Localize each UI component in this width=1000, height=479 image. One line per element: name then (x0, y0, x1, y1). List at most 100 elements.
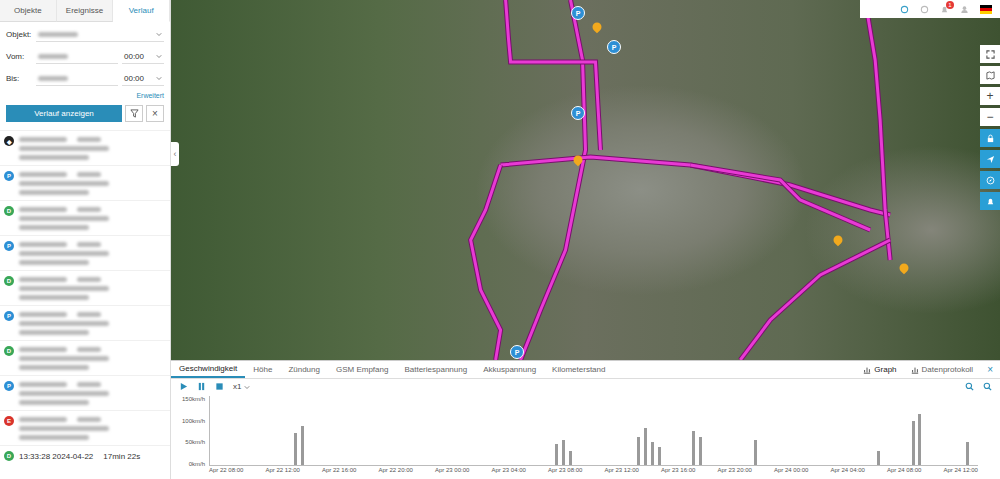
pause-icon[interactable] (197, 382, 206, 391)
clear-button[interactable]: × (146, 105, 164, 122)
collapse-handle[interactable]: ‹ (171, 142, 179, 166)
speed-bar-slot (361, 396, 368, 465)
redacted-address (19, 391, 109, 396)
chevron-down-icon (156, 75, 162, 81)
sidebar-tab[interactable]: Ereignisse (57, 0, 114, 22)
chart-tab[interactable]: Akkuspannung (475, 361, 544, 378)
view-toggle[interactable]: Graph (856, 361, 903, 378)
speed-bar-slot (574, 396, 581, 465)
parking-pin[interactable]: P (607, 40, 621, 54)
speed-bar-slot (601, 396, 608, 465)
speed-bar-slot (718, 396, 725, 465)
zoom-in-icon[interactable] (965, 382, 974, 391)
layers-button[interactable] (980, 66, 1000, 84)
chart-tab[interactable]: Kilometerstand (544, 361, 613, 378)
event-body (19, 239, 166, 267)
lock-button[interactable] (980, 129, 1000, 147)
x-tick: Apr 24 00:00 (774, 467, 808, 476)
speed-bar-slot (759, 396, 766, 465)
zoom-out-button[interactable]: − (980, 108, 1000, 126)
filter-button[interactable] (125, 105, 143, 122)
zoom-out-icon[interactable] (983, 382, 992, 391)
speed-bar (562, 440, 565, 465)
event-item[interactable]: P (0, 375, 170, 410)
alert-button[interactable] (980, 192, 1000, 210)
speed-bar-slot (622, 396, 629, 465)
route-line (865, 0, 890, 260)
speed-bar-slot (827, 396, 834, 465)
time-select[interactable]: 00:00 (122, 49, 164, 64)
speed-bar-slot (704, 396, 711, 465)
event-meta (19, 207, 166, 212)
chart-tab[interactable]: GSM Empfang (328, 361, 396, 378)
speed-bar-slot (340, 396, 347, 465)
speed-bar-slot (505, 396, 512, 465)
parking-pin[interactable]: P (571, 6, 585, 20)
event-item[interactable]: P (0, 235, 170, 270)
speed-bar-slot (224, 396, 231, 465)
speed-bar-slot (464, 396, 471, 465)
chart-tab[interactable]: Höhe (245, 361, 280, 378)
table-icon (911, 366, 919, 374)
redacted-time (19, 277, 67, 282)
event-item[interactable]: P (0, 305, 170, 340)
graph-icon (863, 366, 871, 374)
object-select[interactable] (36, 27, 164, 42)
user-icon[interactable] (960, 5, 969, 14)
event-item[interactable]: D (0, 270, 170, 305)
parking-pin[interactable]: P (510, 345, 524, 359)
redacted-time (19, 312, 67, 317)
speed-bar-slot (299, 396, 306, 465)
sidebar-tab[interactable]: Verlauf (113, 0, 170, 22)
view-toggle[interactable]: Datenprotokoll (904, 361, 981, 378)
plot-area: Apr 22 08:00Apr 22 12:00Apr 22 16:00Apr … (209, 396, 978, 476)
compass-button[interactable] (980, 171, 1000, 189)
y-axis: 150km/h100km/h50km/h0km/h (177, 396, 205, 476)
time-select[interactable]: 00:00 (122, 71, 164, 86)
header-toolbar: 1 (860, 0, 1000, 18)
sidebar-tabs: ObjekteEreignisseVerlauf (0, 0, 170, 22)
settings-icon[interactable] (920, 5, 929, 14)
link-icon[interactable] (900, 5, 909, 14)
event-item[interactable]: P (0, 165, 170, 200)
event-item[interactable]: ◆ (0, 130, 170, 165)
chart-tab[interactable]: Geschwindigkeit (171, 361, 245, 378)
zoom-in-button[interactable]: + (980, 87, 1000, 105)
map-layers-icon (986, 71, 995, 80)
stop-icon[interactable] (215, 382, 224, 391)
chart-tab[interactable]: Zündung (280, 361, 328, 378)
speed-bar-slot (285, 396, 292, 465)
speed-bar-slot (423, 396, 430, 465)
date-input[interactable] (36, 49, 118, 64)
date-input[interactable] (36, 71, 118, 86)
speed-bar-slot (430, 396, 437, 465)
chart-tab[interactable]: Batteriespannung (396, 361, 475, 378)
event-item[interactable]: E (0, 410, 170, 445)
playback-speed-select[interactable]: x1 (233, 382, 250, 391)
event-item[interactable]: D (0, 200, 170, 235)
parking-pin[interactable]: P (571, 106, 585, 120)
show-history-button[interactable]: Verlauf anzeigen (6, 105, 122, 122)
speed-bar (912, 421, 915, 465)
play-icon[interactable] (179, 382, 188, 391)
event-item[interactable]: D 13:33:28 2024-04-22 17min 22s (0, 445, 170, 479)
close-panel-button[interactable]: × (980, 361, 1000, 378)
sidebar-tab[interactable]: Objekte (0, 0, 57, 22)
speed-bar-slot (882, 396, 889, 465)
map[interactable]: P P P P ‹ 1 + − (171, 0, 1000, 360)
german-flag-icon[interactable] (980, 5, 992, 14)
redacted-address (19, 190, 89, 195)
notifications[interactable]: 1 (940, 5, 949, 14)
advanced-link[interactable]: Erweitert (136, 92, 164, 99)
route-line (471, 165, 501, 360)
speed-bar (644, 428, 647, 465)
send-button[interactable] (980, 150, 1000, 168)
fullscreen-button[interactable] (980, 45, 1000, 63)
speed-bar-slot (306, 396, 313, 465)
event-duration: 17min 22s (103, 452, 140, 461)
x-tick: Apr 24 04:00 (831, 467, 865, 476)
redacted-time (19, 137, 67, 142)
speed-bar-slot (395, 396, 402, 465)
event-item[interactable]: D (0, 340, 170, 375)
redacted-time (19, 347, 67, 352)
